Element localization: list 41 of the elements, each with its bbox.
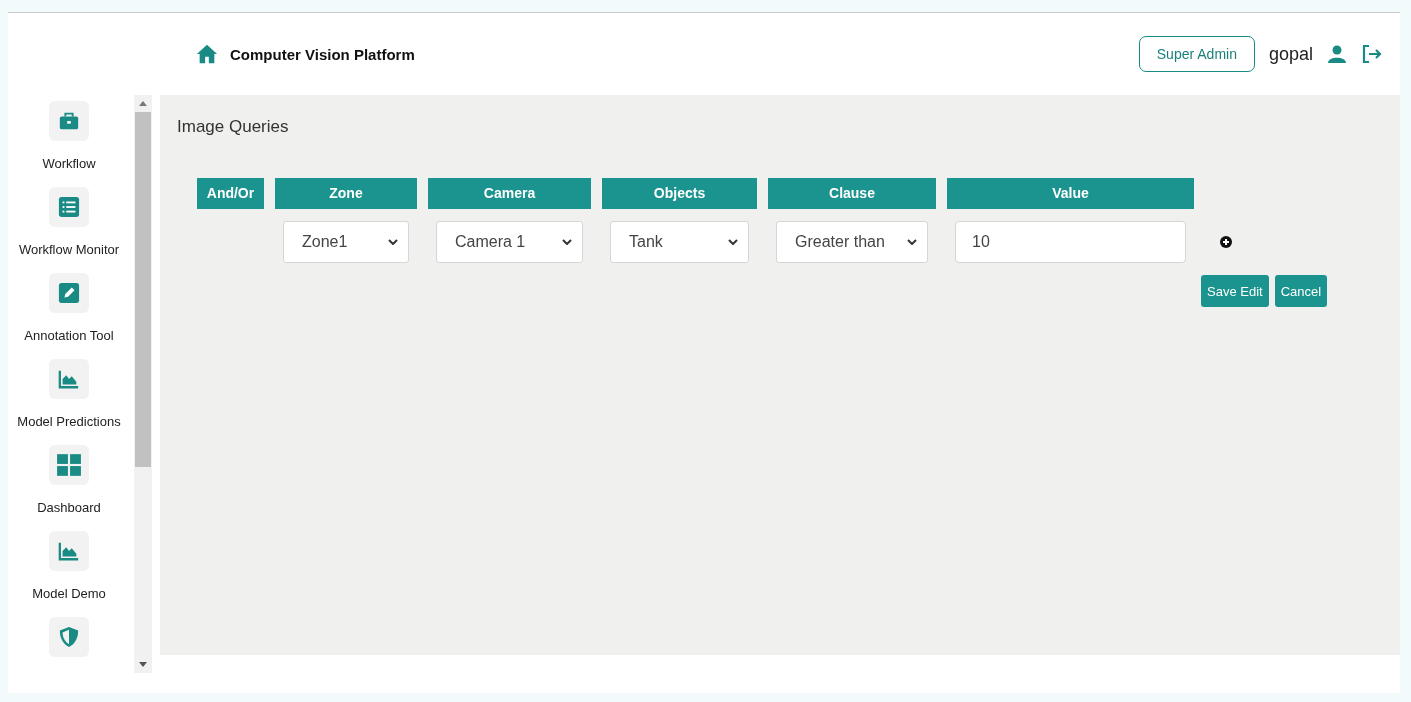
- page-title: Image Queries: [177, 117, 290, 137]
- dropdown[interactable]: Greater than: [776, 221, 928, 263]
- column-header: Camera: [428, 178, 591, 209]
- shield-icon[interactable]: [49, 617, 89, 657]
- column-header: Zone: [275, 178, 417, 209]
- column-header: And/Or: [197, 178, 264, 209]
- logout-icon[interactable]: [1361, 43, 1383, 65]
- add-icon[interactable]: [1220, 236, 1232, 248]
- pencil-icon[interactable]: [49, 273, 89, 313]
- scrollbar[interactable]: [134, 95, 152, 673]
- dropdown[interactable]: Zone1: [283, 221, 409, 263]
- dropdown[interactable]: Camera 1: [436, 221, 583, 263]
- column-header: Value: [947, 178, 1194, 209]
- column-header: Clause: [768, 178, 936, 209]
- user-icon[interactable]: [1327, 44, 1347, 64]
- chart-icon[interactable]: [49, 531, 89, 571]
- sidebar-item[interactable]: Workflow: [42, 156, 96, 171]
- chevron-icon: [907, 239, 917, 245]
- sidebar-item[interactable]: Annotation Tool: [24, 328, 114, 343]
- sidebar-item[interactable]: Model Predictions: [17, 414, 121, 429]
- chevron-icon: [728, 239, 738, 245]
- user-name: gopal: [1268, 43, 1313, 65]
- scroll-down-icon[interactable]: [139, 662, 147, 667]
- scroll-up-icon[interactable]: [139, 101, 147, 106]
- role-button[interactable]: Super Admin: [1138, 36, 1255, 72]
- list-icon[interactable]: [49, 187, 89, 227]
- sidebar-item[interactable]: Dashboard: [37, 500, 101, 515]
- column-header: Objects: [602, 178, 757, 209]
- grid-icon[interactable]: [49, 445, 89, 485]
- app-title: Computer Vision Platform: [230, 45, 415, 63]
- action-button[interactable]: Cancel: [1274, 275, 1328, 307]
- sidebar-item[interactable]: Model Demo: [32, 586, 106, 601]
- home-icon[interactable]: [195, 43, 219, 65]
- chevron-icon: [562, 239, 572, 245]
- sidebar-item[interactable]: Workflow Monitor: [18, 242, 120, 257]
- value-field[interactable]: 10: [955, 221, 1186, 263]
- chevron-icon: [388, 239, 398, 245]
- action-button[interactable]: Save Edit: [1201, 275, 1269, 307]
- briefcase-icon[interactable]: [49, 101, 89, 141]
- dropdown[interactable]: Tank: [610, 221, 749, 263]
- chart-icon[interactable]: [49, 359, 89, 399]
